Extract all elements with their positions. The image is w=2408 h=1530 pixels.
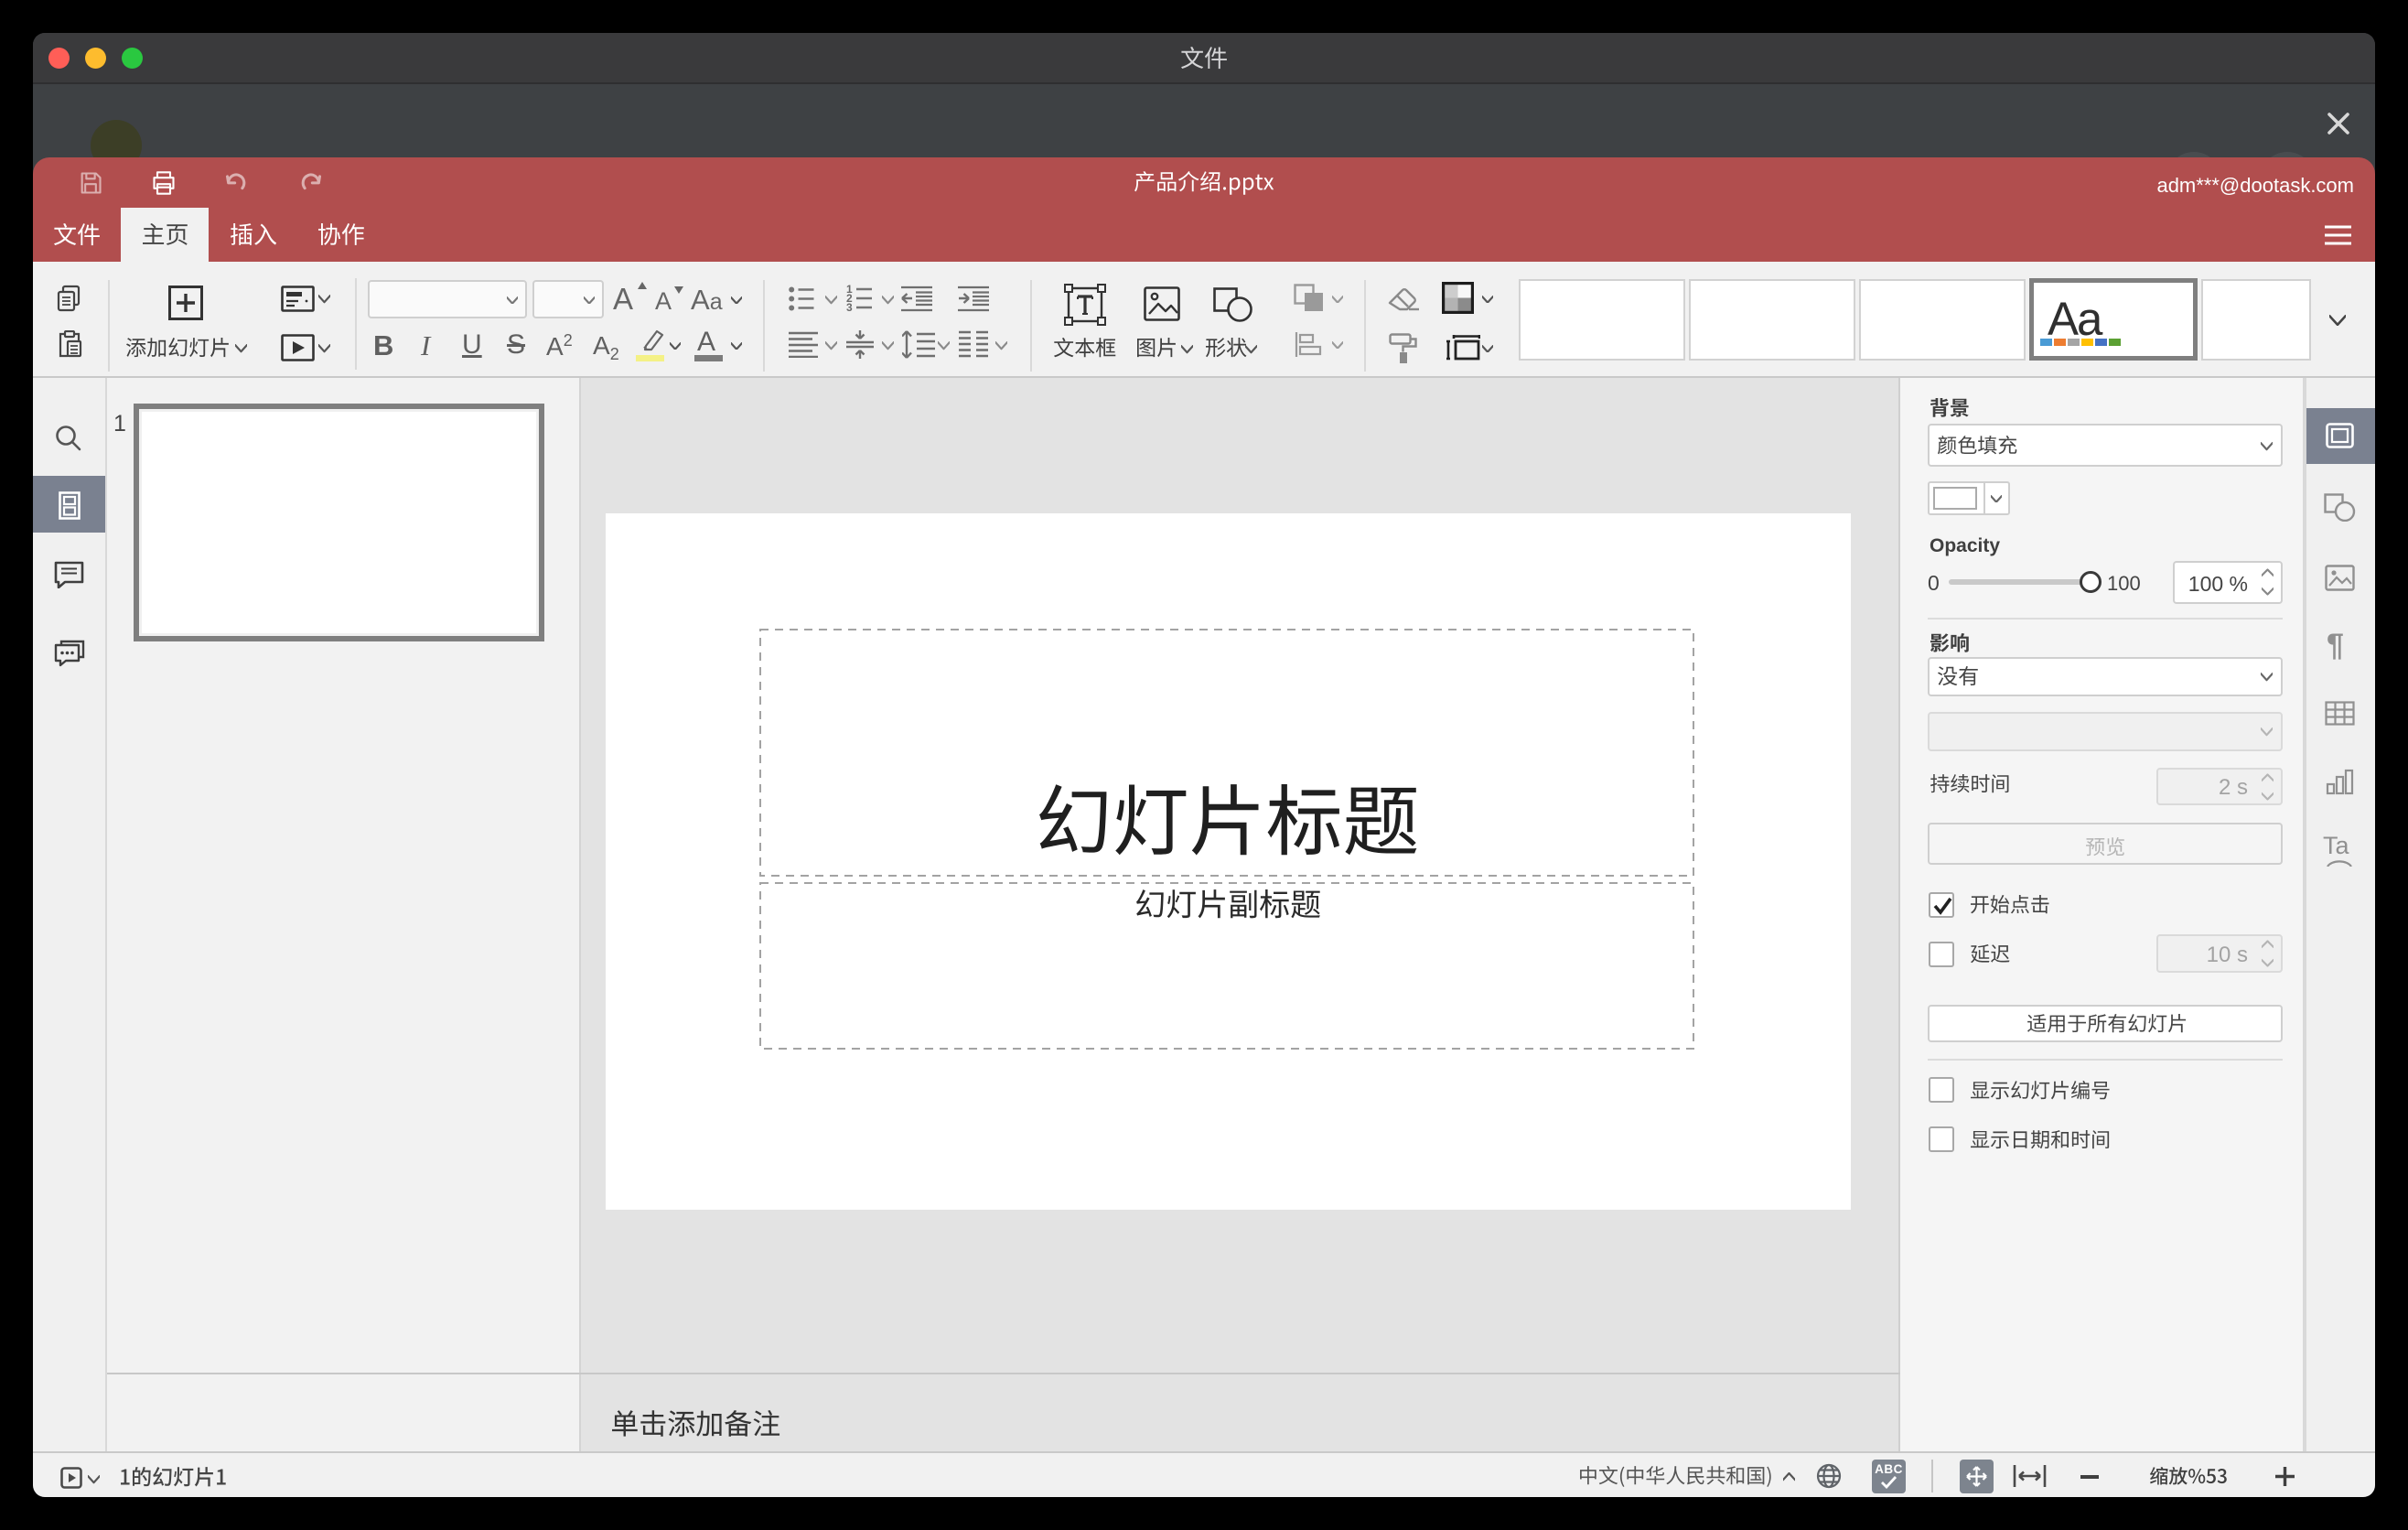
svg-text:3: 3 bbox=[846, 301, 853, 312]
